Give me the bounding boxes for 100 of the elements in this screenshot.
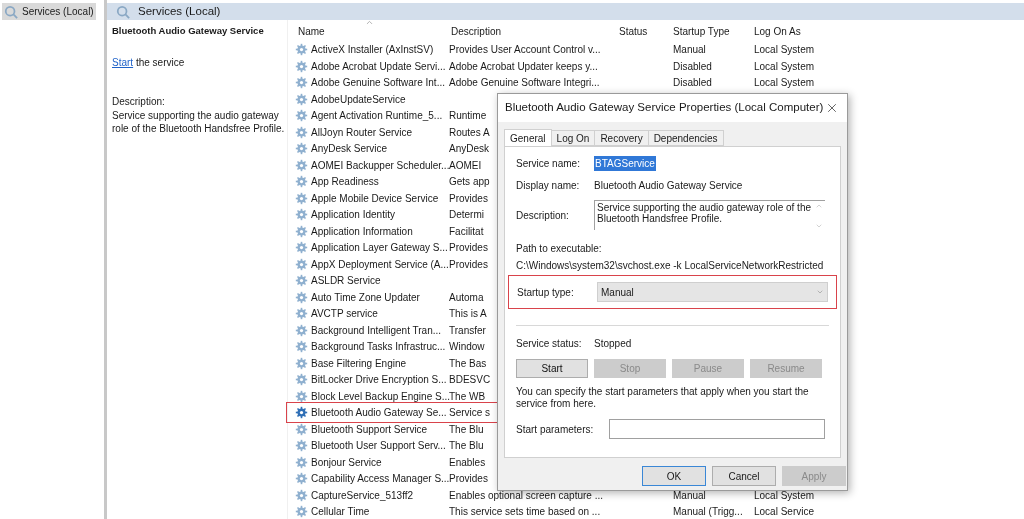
service-name[interactable]: AVCTP service: [311, 306, 378, 321]
table-cell: The Blu: [449, 423, 484, 435]
service-name[interactable]: Adobe Acrobat Update Servi...: [311, 58, 446, 74]
hint-text: You can specify the start parameters that apply when you start the service from here.: [516, 386, 810, 410]
table-cell: Local System: [754, 44, 815, 55]
service-name[interactable]: Application Layer Gateway S...: [311, 240, 448, 255]
table-cell: Enables: [449, 456, 486, 468]
service-name[interactable]: Agent Activation Runtime_5...: [311, 108, 443, 123]
scroll-up-icon[interactable]: [815, 202, 823, 210]
field-label: Display name:: [516, 178, 581, 193]
table-cell: Provides: [449, 473, 488, 484]
table-cell: Local System: [754, 77, 815, 88]
field-label: Path to executable:: [516, 242, 603, 256]
service-name[interactable]: Background Tasks Infrastruc...: [311, 339, 446, 354]
service-status-value: Stopped: [594, 337, 632, 351]
start-parameters-field[interactable]: [609, 419, 825, 439]
field-label: Service status:: [516, 337, 583, 351]
dialog-button[interactable]: OK: [642, 466, 706, 486]
service-name[interactable]: Apple Mobile Device Service: [311, 190, 439, 206]
service-name[interactable]: ActiveX Installer (AxInstSV): [311, 42, 434, 57]
table-cell: Provides: [449, 242, 488, 253]
dialog-tab[interactable]: Log On: [551, 130, 596, 146]
service-name-value[interactable]: BTAGService: [594, 155, 656, 171]
table-cell: BDESVC: [449, 374, 491, 385]
table-cell: Disabled: [673, 77, 712, 88]
service-name[interactable]: Bluetooth Support Service: [311, 421, 428, 437]
dialog-tab[interactable]: General: [504, 129, 552, 147]
column-header[interactable]: Description: [448, 24, 616, 42]
table-cell: Gets app: [449, 176, 490, 187]
table-cell: The WB: [449, 390, 486, 402]
table-cell: AnyDesk: [449, 143, 489, 154]
table-cell: This is A: [449, 308, 487, 319]
table-cell: Facilitat: [449, 225, 484, 237]
service-name[interactable]: AdobeUpdateService: [311, 91, 406, 107]
tree-item[interactable]: Services (Local): [2, 3, 96, 20]
service-name[interactable]: Bluetooth Audio Gateway Se...: [311, 405, 447, 420]
table-cell: Runtime: [449, 110, 487, 121]
table-cell: Routes A: [449, 126, 490, 138]
field-label: Startup type:: [517, 285, 575, 300]
table-cell: Manual: [673, 489, 706, 501]
dialog-tab[interactable]: Recovery: [595, 130, 649, 146]
service-name[interactable]: Background Intelligent Tran...: [311, 322, 442, 338]
service-name[interactable]: Application Information: [311, 223, 413, 239]
service-name[interactable]: CaptureService_513ff2: [311, 487, 414, 503]
display-name-value: Bluetooth Audio Gateway Service: [594, 178, 743, 193]
description-box[interactable]: Service supporting the audio gateway role of the Bluetooth Handsfree Profile.: [594, 200, 825, 230]
service-name[interactable]: App Readiness: [311, 174, 379, 189]
dialog-tab[interactable]: Dependencies: [648, 130, 724, 146]
service-name[interactable]: AnyDesk Service: [311, 141, 388, 156]
service-name[interactable]: Application Identity: [311, 207, 395, 222]
services-icon: [4, 4, 18, 19]
scroll-down-icon[interactable]: [815, 222, 823, 230]
column-header[interactable]: Status: [616, 24, 670, 42]
start-service-text: Start the service: [112, 55, 186, 70]
service-name[interactable]: BitLocker Drive Encryption S...: [311, 372, 447, 387]
table-cell: Adobe Acrobat Updater keeps y...: [449, 60, 598, 72]
service-name[interactable]: Bluetooth User Support Serv...: [311, 438, 446, 453]
column-header[interactable]: Log On As: [751, 24, 1024, 42]
dialog-button[interactable]: Cancel: [712, 466, 776, 486]
service-name[interactable]: AOMEI Backupper Scheduler...: [311, 157, 450, 173]
service-name[interactable]: AppX Deployment Service (A...: [311, 256, 449, 272]
table-cell: Local System: [754, 60, 815, 72]
table-cell: Enables optional screen capture ...: [449, 489, 603, 501]
table-cell: Automa: [449, 291, 484, 303]
field-label: Service name:: [516, 156, 581, 171]
table-cell: Local System: [754, 489, 815, 501]
dialog-title: Bluetooth Audio Gateway Service Properties (Local Computer): [505, 100, 824, 116]
table-cell: AOMEI: [449, 159, 482, 171]
startup-type-dropdown[interactable]: Manual: [597, 282, 828, 302]
field-label: Description:: [516, 208, 570, 223]
column-header[interactable]: Name: [295, 24, 448, 42]
table-cell: Disabled: [673, 60, 712, 72]
service-name[interactable]: Bonjour Service: [311, 454, 382, 470]
table-cell: The Bas: [449, 357, 487, 369]
close-icon[interactable]: [825, 101, 839, 115]
service-title: Bluetooth Audio Gateway Service: [112, 24, 265, 39]
table-cell: Provides: [449, 192, 488, 204]
service-name[interactable]: Base Filtering Engine: [311, 355, 407, 371]
pane-title: Services (Local): [138, 4, 221, 19]
service-name[interactable]: Capability Access Manager S...: [311, 471, 450, 486]
description-text: Service supporting the audio gateway role of the Bluetooth Handsfree Profile.: [112, 108, 286, 135]
service-name[interactable]: AllJoyn Router Service: [311, 124, 413, 140]
table-cell: The Blu: [449, 440, 484, 451]
description-label: Description:: [112, 94, 166, 109]
table-cell: Determi: [449, 209, 484, 220]
service-control-button[interactable]: Start: [516, 359, 588, 378]
service-name[interactable]: Auto Time Zone Updater: [311, 289, 420, 305]
table-cell: Adobe Genuine Software Integri...: [449, 77, 600, 88]
field-label: Start parameters:: [516, 422, 595, 437]
service-name[interactable]: Cellular Time: [311, 504, 370, 519]
service-name[interactable]: Adobe Genuine Software Int...: [311, 75, 445, 90]
column-header[interactable]: Startup Type: [670, 24, 751, 42]
table-cell: Manual (Trigg...: [673, 506, 743, 517]
service-name[interactable]: ASLDR Service: [311, 273, 381, 288]
table-cell: Transfer: [449, 324, 486, 336]
service-name[interactable]: Block Level Backup Engine S...: [311, 388, 450, 404]
services-icon: [116, 4, 130, 19]
table-cell: Provides: [449, 258, 488, 270]
table-cell: Window: [449, 341, 485, 352]
start-link[interactable]: Start: [112, 56, 134, 68]
